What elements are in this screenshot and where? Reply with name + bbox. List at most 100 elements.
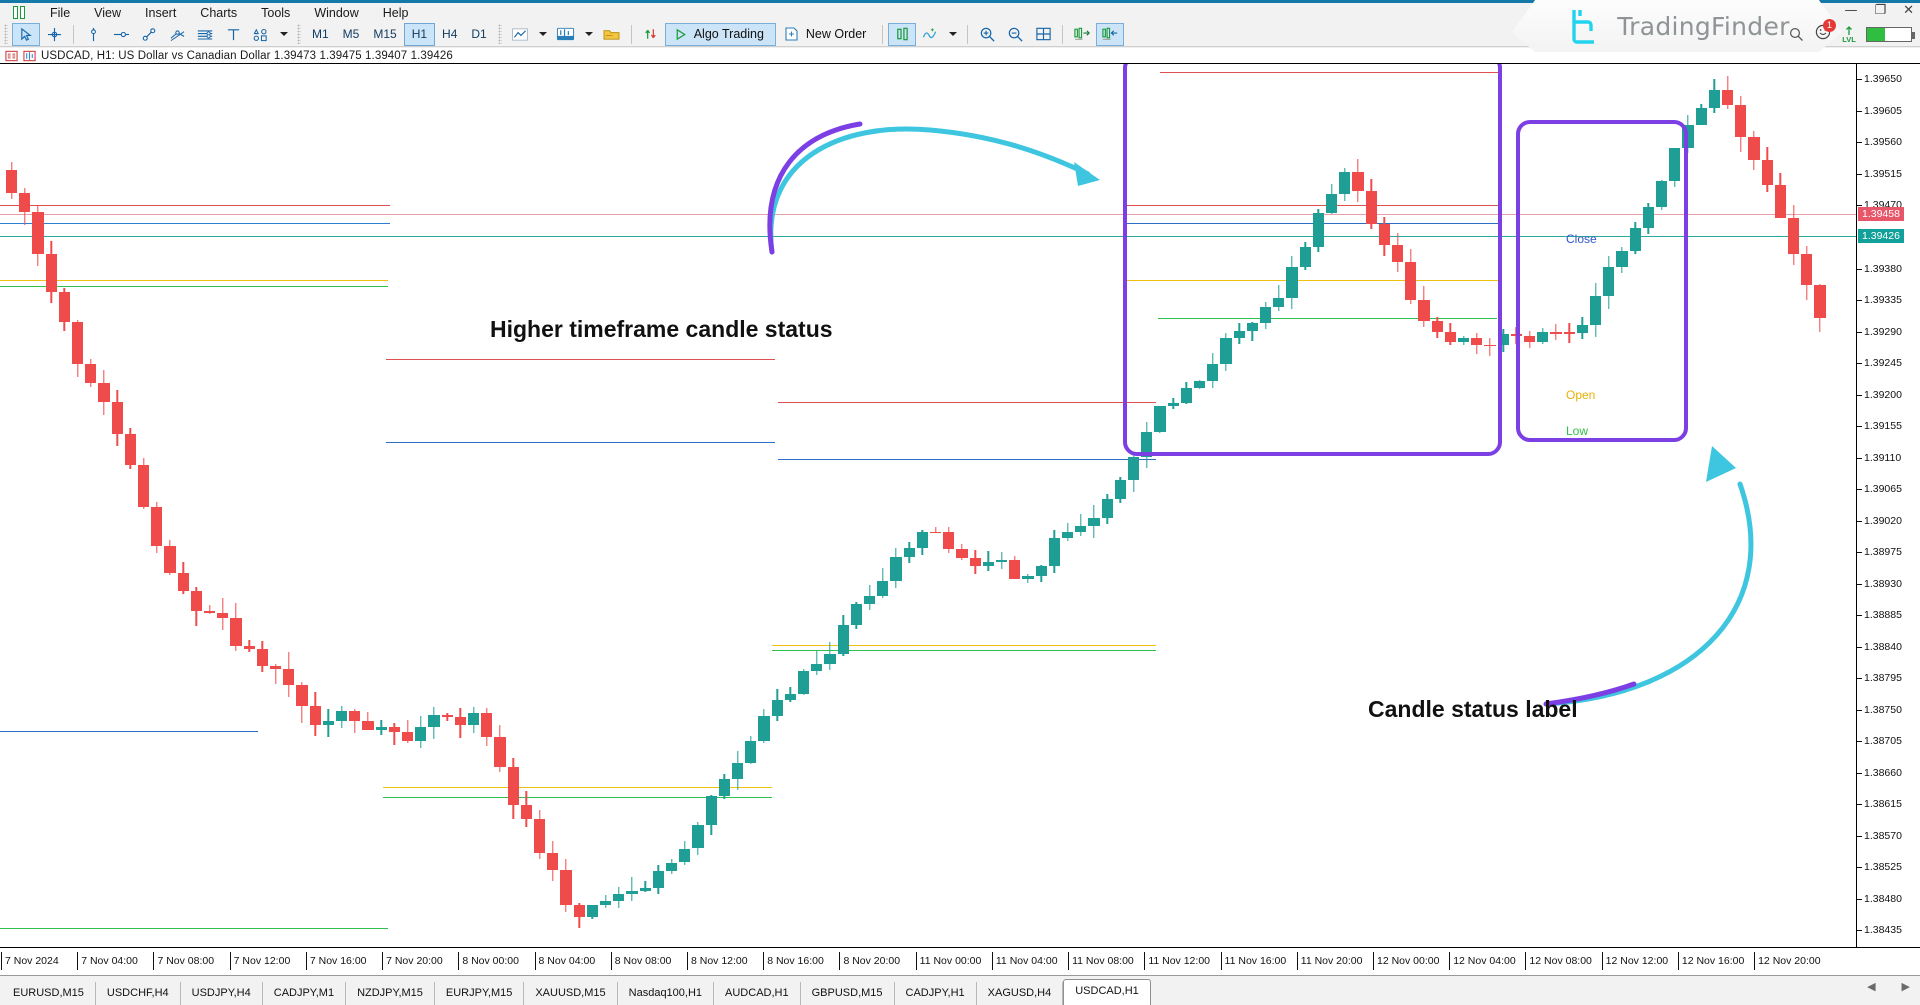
trendline-icon[interactable] [135,23,163,46]
level-indicator-icon[interactable]: LVL [1842,25,1856,43]
symbol-tab-usdcad-h1[interactable]: USDCAD,H1 [1063,979,1151,1005]
timeframe-button-h1[interactable]: H1 [403,22,436,46]
minimize-button[interactable]: — [1844,4,1857,17]
symbol-tab-eurjpy-m15[interactable]: EURJPY,M15 [435,982,525,1005]
symbol-tab-xagusd-h4[interactable]: XAGUSD,H4 [977,982,1064,1005]
menu-item-window[interactable]: Window [302,4,370,22]
candlestick [996,551,1008,570]
indicator-caret-icon[interactable] [949,32,958,36]
horizontal-line-icon[interactable] [107,23,135,46]
candlestick [1524,330,1536,349]
candle-body [1207,363,1219,381]
candlestick [1075,514,1087,537]
candle-body [1022,576,1034,579]
indicators-caret-icon[interactable] [584,32,593,36]
chart-type-caret-icon[interactable] [538,32,547,36]
menu-item-file[interactable]: File [38,4,82,22]
symbol-tab-nzdjpy-m15[interactable]: NZDJPY,M15 [346,982,435,1005]
symbol-tab-eurusd-m15[interactable]: EURUSD,M15 [2,982,96,1005]
tab-scroll-left-icon[interactable]: ◀ [1867,980,1875,993]
fibonacci-icon[interactable] [191,23,219,46]
candlestick [204,604,216,615]
toolbar-grip-2[interactable] [297,24,301,44]
price-tick: 1.38435 [1857,924,1902,936]
price-axis[interactable]: 1.39650 1.39605 1.39560 1.39515 1.39470 1.393… [1856,64,1920,948]
menu-item-charts[interactable]: Charts [188,4,249,22]
zoom-out-icon[interactable] [1001,23,1029,46]
highlight-box-status-label [1516,120,1688,442]
new-order-button[interactable]: New Order [776,23,877,46]
toolbar-grip[interactable] [4,24,8,44]
candle-body [375,727,387,731]
zoom-in-icon[interactable] [973,23,1001,46]
algo-trading-button[interactable]: Algo Trading [664,22,776,46]
line-chart-icon[interactable] [506,23,534,46]
vertical-line-icon[interactable] [79,23,107,46]
chart-plot-area[interactable]: Higher timeframe candle status Candle sta… [0,64,1856,948]
auto-scroll-icon[interactable] [637,23,665,46]
symbol-tab-gbpusd-m15[interactable]: GBPUSD,M15 [801,982,895,1005]
symbol-tab-usdchf-h4[interactable]: USDCHF,H4 [96,982,181,1005]
chart-shift-right-icon[interactable] [1068,23,1096,46]
menu-item-insert[interactable]: Insert [133,4,188,22]
symbol-tab-xauusd-m15[interactable]: XAUUSD,M15 [524,982,618,1005]
symbol-tab-nasdaq100-h1[interactable]: Nasdaq100,H1 [618,982,715,1005]
annotation-overlay [767,64,1754,707]
candlestick [890,547,902,588]
menu-item-tools[interactable]: Tools [249,4,302,22]
maximize-button[interactable]: ❐ [1874,4,1886,17]
menu-item-help[interactable]: Help [371,4,421,22]
toolbar-grip-3[interactable] [497,24,502,44]
price-tick: 1.38885 [1857,609,1902,621]
chart-window-icon[interactable] [23,50,36,62]
menu-item-view[interactable]: View [82,4,133,22]
timeframe-button-m1[interactable]: M1 [305,23,336,46]
crosshair-icon[interactable] [40,23,68,46]
price-tick: 1.38840 [1857,641,1902,653]
symbol-tab-usdjpy-h4[interactable]: USDJPY,H4 [181,982,263,1005]
candlestick-mode-icon[interactable] [888,22,917,46]
candlestick [864,584,876,611]
data-window-icon[interactable] [5,50,18,62]
notifications-icon[interactable]: 1 [1814,18,1836,46]
symbol-tab-audcad-h1[interactable]: AUDCAD,H1 [714,982,801,1005]
chart-shift-end-icon[interactable] [1096,22,1125,46]
chart-container[interactable]: Higher timeframe candle status Candle sta… [0,63,1920,948]
cursor-icon[interactable] [12,22,40,46]
tradingfinder-logo-icon [1572,10,1595,44]
candlestick-chart-icon[interactable] [552,23,580,46]
candle-body [1761,159,1773,185]
candlestick [1035,565,1047,583]
candle-body [1458,338,1470,342]
candle-body [1722,89,1734,106]
candle-body [85,363,97,383]
timeframe-button-h4[interactable]: H4 [435,23,464,46]
shapes-icon[interactable] [247,23,275,46]
equidistant-channel-icon[interactable] [163,23,191,46]
tab-scroll-right-icon[interactable]: ▶ [1902,980,1910,993]
text-tool-icon[interactable] [219,23,247,46]
arrow-to-candles-tail [767,121,863,255]
symbol-tab-cadjpy-h1[interactable]: CADJPY,H1 [895,982,977,1005]
time-tick: 8 Nov 20:00 [839,952,900,970]
close-button[interactable]: ✕ [1903,4,1914,17]
timeframe-button-m5[interactable]: M5 [336,23,367,46]
candle-body [600,900,612,906]
candlestick [1273,285,1285,311]
annotation-higher-timeframe-candle-status: Higher timeframe candle status [490,316,833,342]
price-tick: 1.39065 [1857,483,1902,495]
symbol-tab-cadjpy-m1[interactable]: CADJPY,M1 [263,982,347,1005]
tile-windows-icon[interactable] [1029,23,1057,46]
candle-body [388,727,400,732]
timeframe-button-d1[interactable]: D1 [464,23,493,46]
candle-body [1550,332,1562,334]
status-icons: 1 LVL [1788,18,1915,46]
candle-body [890,556,902,581]
search-icon[interactable] [1788,26,1804,42]
candle-body [1048,537,1060,567]
shapes-dropdown-caret-icon[interactable] [280,32,288,36]
indicator-oscillator-icon[interactable] [916,23,944,46]
timeframe-button-m15[interactable]: M15 [366,23,403,46]
time-axis[interactable]: 7 Nov 2024 7 Nov 04:00 7 Nov 08:00 7 Nov 12… [0,947,1920,975]
templates-folder-icon[interactable] [598,23,626,46]
